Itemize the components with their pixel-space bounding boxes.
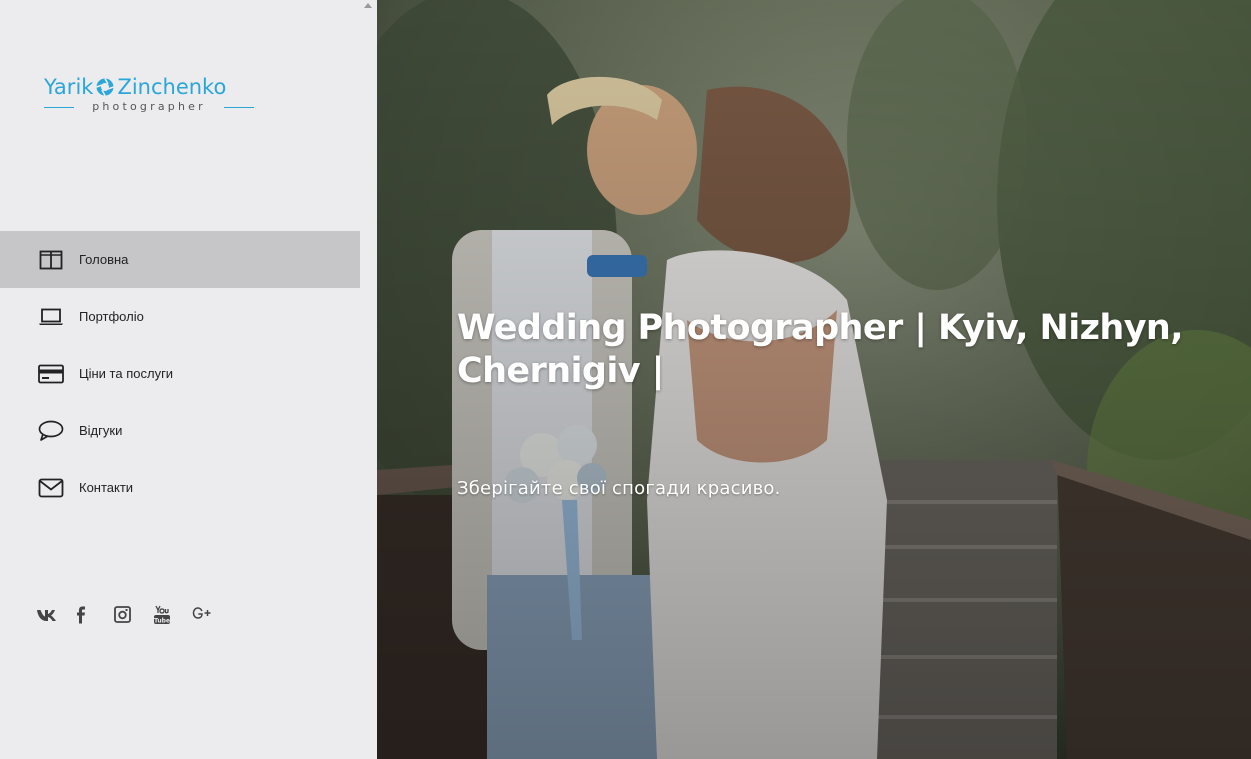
youtube-icon: Tube — [153, 605, 171, 630]
logo-name-last: Zinchenko — [117, 75, 227, 99]
nav-item-label: Контакти — [79, 480, 134, 495]
facebook-icon — [75, 606, 87, 629]
scroll-up-arrow-icon[interactable] — [364, 3, 372, 8]
logo-divider-right — [224, 107, 254, 108]
instagram-icon — [114, 606, 131, 628]
youtube-link[interactable]: Tube — [153, 605, 192, 629]
columns-icon — [37, 248, 65, 272]
laptop-icon — [37, 305, 65, 329]
nav-item-label: Відгуки — [79, 423, 123, 438]
google-plus-icon — [192, 606, 212, 629]
nav-item-portfolio[interactable]: Портфоліо — [0, 288, 360, 345]
logo-name-first: Yarik — [44, 75, 94, 99]
facebook-link[interactable] — [75, 605, 114, 629]
nav-item-prices[interactable]: Ціни та послуги — [0, 345, 360, 402]
nav-item-reviews[interactable]: Відгуки — [0, 402, 360, 459]
logo-wordmark: Yarik Zinchenko — [44, 74, 226, 100]
envelope-icon — [37, 476, 65, 500]
vk-link[interactable] — [36, 605, 75, 629]
social-links: Tube — [36, 605, 231, 629]
svg-text:Tube: Tube — [154, 617, 170, 624]
main-nav: Головна Портфоліо Ціни та послуги Відгук… — [0, 231, 360, 516]
sidebar: Yarik Zinchenko photographer Головна Порт… — [0, 0, 360, 759]
hero-banner: Wedding Photographer | Kyiv, Nizhyn, Che… — [377, 0, 1251, 759]
logo-tagline-row: photographer — [44, 101, 254, 113]
google-plus-link[interactable] — [192, 605, 231, 629]
hero-subtitle: Зберігайте свої спогади красиво. — [457, 478, 781, 499]
speech-bubble-icon — [37, 419, 65, 443]
logo-tagline: photographer — [92, 100, 206, 113]
credit-card-icon — [37, 362, 65, 386]
instagram-link[interactable] — [114, 605, 153, 629]
logo[interactable]: Yarik Zinchenko photographer — [44, 74, 256, 116]
nav-item-label: Головна — [79, 252, 129, 267]
nav-item-label: Ціни та послуги — [79, 366, 174, 381]
logo-divider-left — [44, 107, 74, 108]
aperture-icon — [93, 77, 117, 97]
vk-icon — [36, 608, 58, 627]
hero-title: Wedding Photographer | Kyiv, Nizhyn, Che… — [457, 308, 1184, 391]
nav-item-label: Портфоліо — [79, 309, 144, 324]
scrollbar[interactable] — [360, 0, 377, 759]
nav-item-contacts[interactable]: Контакти — [0, 459, 360, 516]
nav-item-home[interactable]: Головна — [0, 231, 360, 288]
